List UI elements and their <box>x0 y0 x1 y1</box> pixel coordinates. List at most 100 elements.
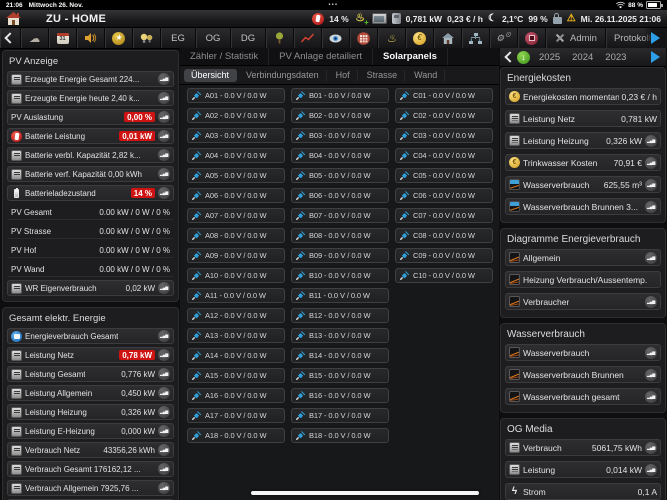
solar-panel-button[interactable]: B15 - 0.0 V / 0.0 W <box>291 368 389 383</box>
panel-row[interactable]: Heizung Verbrauch/Aussentemp. <box>505 271 661 288</box>
chart-button[interactable] <box>645 201 657 213</box>
solar-panel-button[interactable]: B06 - 0.0 V / 0.0 W <box>291 188 389 203</box>
calendar-button[interactable]: 31 <box>49 28 77 48</box>
heating-status-icon[interactable] <box>354 12 367 25</box>
floor-og-button[interactable]: OG <box>196 28 231 48</box>
back-button[interactable] <box>0 28 21 48</box>
floor-eg-button[interactable]: EG <box>161 28 196 48</box>
solar-panel-button[interactable]: B04 - 0.0 V / 0.0 W <box>291 148 389 163</box>
panel-row[interactable]: Leistung Heizung 0,326 kW <box>505 132 661 149</box>
chart-button[interactable] <box>158 149 170 161</box>
panel-row[interactable]: Wasserverbrauch Brunnen <box>505 366 661 383</box>
chart-button[interactable] <box>158 282 170 294</box>
solar-panel-button[interactable]: B05 - 0.0 V / 0.0 W <box>291 168 389 183</box>
solar-panel-button[interactable]: A12 - 0.0 V / 0.0 W <box>187 308 285 323</box>
solar-panel-button[interactable]: A05 - 0.0 V / 0.0 W <box>187 168 285 183</box>
solar-panel-button[interactable]: A04 - 0.0 V / 0.0 W <box>187 148 285 163</box>
sub-tab[interactable]: Hof <box>329 69 358 82</box>
panel-row[interactable]: WR Eigenverbrauch 0,02 kW <box>7 280 174 296</box>
panel-row[interactable]: Batterieladezustand 14 % <box>7 185 174 201</box>
panel-row[interactable]: Leistung E-Heizung 0,000 kW <box>7 423 174 439</box>
panel-row[interactable]: Energieverbrauch Gesamt <box>7 328 174 344</box>
panel-row[interactable]: Strom 0,1 A <box>505 483 661 500</box>
year-button[interactable]: 2025 <box>533 52 566 63</box>
panel-row[interactable]: Trinkwasser Kosten 70,91 € <box>505 154 661 171</box>
solar-panel-button[interactable]: B17 - 0.0 V / 0.0 W <box>291 408 389 423</box>
solar-panel-button[interactable]: A02 - 0.0 V / 0.0 W <box>187 108 285 123</box>
weather-button[interactable] <box>21 28 49 48</box>
chart-button[interactable] <box>158 463 170 475</box>
panel-row[interactable]: Verbrauch Gesamt 176162,12 ... <box>7 461 174 477</box>
forward-button[interactable] <box>643 28 667 48</box>
solar-panel-button[interactable]: C10 - 0.0 V / 0.0 W <box>395 268 493 283</box>
solar-panel-button[interactable]: B16 - 0.0 V / 0.0 W <box>291 388 389 403</box>
solar-panel-button[interactable]: A10 - 0.0 V / 0.0 W <box>187 268 285 283</box>
chart-button[interactable] <box>645 296 657 308</box>
panel-row[interactable]: Verbrauch Netz 43356,26 kWh <box>7 442 174 458</box>
solar-panel-button[interactable]: B11 - 0.0 V / 0.0 W <box>291 288 389 303</box>
solar-panel-button[interactable]: A07 - 0.0 V / 0.0 W <box>187 208 285 223</box>
settings-button[interactable] <box>490 28 518 48</box>
panel-row[interactable]: Verbraucher <box>505 293 661 310</box>
chart-button[interactable] <box>158 425 170 437</box>
floor-dg-button[interactable]: DG <box>231 28 266 48</box>
house-battery-icon[interactable] <box>312 13 324 25</box>
panel-row[interactable]: Allgemein <box>505 249 661 266</box>
solar-panel-button[interactable]: A15 - 0.0 V / 0.0 W <box>187 368 285 383</box>
solar-panel-button[interactable]: C07 - 0.0 V / 0.0 W <box>395 208 493 223</box>
solar-panel-button[interactable]: A13 - 0.0 V / 0.0 W <box>187 328 285 343</box>
chart-button[interactable] <box>158 130 170 142</box>
chart-button[interactable] <box>645 442 657 454</box>
solar-panel-button[interactable]: B10 - 0.0 V / 0.0 W <box>291 268 389 283</box>
network-button[interactable] <box>462 28 490 48</box>
chart-button[interactable] <box>158 482 170 494</box>
solar-panel-button[interactable]: B13 - 0.0 V / 0.0 W <box>291 328 389 343</box>
panel-row[interactable]: Leistung Netz 0,78 kW <box>7 347 174 363</box>
solar-panel-button[interactable]: C05 - 0.0 V / 0.0 W <box>395 168 493 183</box>
favorites-button[interactable] <box>105 28 133 48</box>
chart-button[interactable] <box>158 92 170 104</box>
panel-row[interactable]: PV Strasse 0.00 kW / 0 W / 0 % <box>7 223 174 239</box>
costs-button[interactable] <box>406 28 434 48</box>
solar-panel-button[interactable]: C06 - 0.0 V / 0.0 W <box>395 188 493 203</box>
sub-tab[interactable]: Strasse <box>360 69 406 82</box>
chart-button[interactable] <box>645 347 657 359</box>
chart-button[interactable] <box>645 464 657 476</box>
panel-row[interactable]: Batterie verf. Kapazität 0,00 kWh <box>7 166 174 182</box>
chart-button[interactable] <box>158 330 170 342</box>
panel-row[interactable]: Leistung Netz 0,781 kW <box>505 110 661 127</box>
chart-button[interactable] <box>158 444 170 456</box>
year-button[interactable]: 2023 <box>599 52 632 63</box>
solar-panel-button[interactable]: C02 - 0.0 V / 0.0 W <box>395 108 493 123</box>
chart-button[interactable] <box>645 391 657 403</box>
display-icon[interactable] <box>372 13 387 24</box>
main-tab[interactable]: Zähler / Statistik <box>180 48 269 65</box>
play-forward-icon[interactable] <box>651 51 660 63</box>
panel-row[interactable]: Batterie Leistung 0,01 kW <box>7 128 174 144</box>
solar-panel-button[interactable]: A08 - 0.0 V / 0.0 W <box>187 228 285 243</box>
panel-row[interactable]: PV Wand 0.00 kW / 0 W / 0 % <box>7 261 174 277</box>
solar-panel-button[interactable]: A03 - 0.0 V / 0.0 W <box>187 128 285 143</box>
chart-button[interactable] <box>158 187 170 199</box>
chart-button[interactable] <box>645 252 657 264</box>
chevron-left-icon[interactable] <box>504 51 515 62</box>
solar-panel-button[interactable]: A09 - 0.0 V / 0.0 W <box>187 248 285 263</box>
solar-panel-button[interactable]: A06 - 0.0 V / 0.0 W <box>187 188 285 203</box>
panel-row[interactable]: Leistung Heizung 0,326 kW <box>7 404 174 420</box>
chart-button[interactable] <box>158 73 170 85</box>
main-tab[interactable]: Solarpanels <box>373 48 448 65</box>
solar-panel-button[interactable]: A18 - 0.0 V / 0.0 W <box>187 428 285 443</box>
sub-tab[interactable]: Verbindungsdaten <box>239 69 327 82</box>
chart-button[interactable] <box>158 387 170 399</box>
solar-panel-button[interactable]: C04 - 0.0 V / 0.0 W <box>395 148 493 163</box>
panel-row[interactable]: Wasserverbrauch Brunnen 3... <box>505 198 661 215</box>
chart-button[interactable] <box>158 406 170 418</box>
panel-row[interactable]: Erzeugte Energie heute 2,40 k... <box>7 90 174 106</box>
panel-row[interactable]: Wasserverbrauch <box>505 344 661 361</box>
sub-tab[interactable]: Übersicht <box>184 69 237 82</box>
chart-button[interactable] <box>645 179 657 191</box>
solar-panel-button[interactable]: C01 - 0.0 V / 0.0 W <box>395 88 493 103</box>
chart-button[interactable] <box>158 368 170 380</box>
horizontal-scrollbar[interactable] <box>251 491 479 495</box>
solar-panel-button[interactable]: B14 - 0.0 V / 0.0 W <box>291 348 389 363</box>
